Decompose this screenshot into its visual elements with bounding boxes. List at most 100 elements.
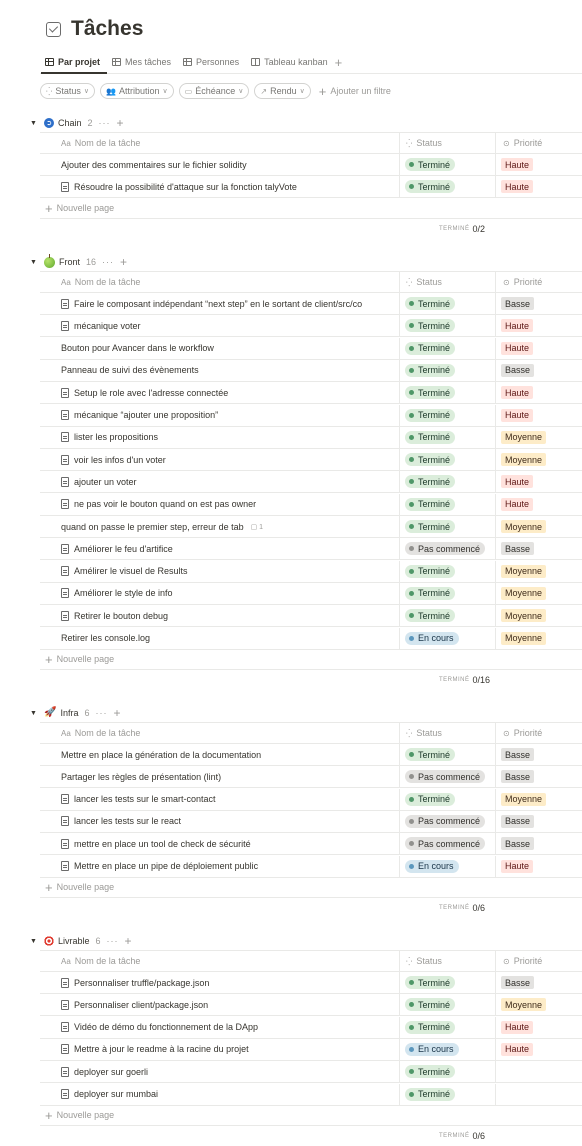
task-name-cell[interactable]: Mettre à jour le readme à la racine du p… — [40, 1038, 400, 1060]
table-row[interactable]: Ajouter des commentaires sur le fichier … — [40, 154, 582, 176]
table-row[interactable]: Personnaliser truffle/package.json Termin… — [40, 972, 582, 994]
priority-cell[interactable]: Haute — [496, 176, 582, 197]
task-name-cell[interactable]: Mettre en place un pipe de déploiement p… — [40, 855, 400, 877]
priority-cell[interactable] — [496, 1061, 582, 1082]
column-calculation[interactable]: TERMINÉ 0/2 — [439, 221, 485, 237]
priority-cell[interactable]: Haute — [496, 494, 582, 515]
task-name-cell[interactable]: Résoudre la possibilité d'attaque sur la… — [40, 176, 400, 198]
status-cell[interactable]: Pas commencé — [400, 538, 496, 560]
group-name[interactable]: Livrable — [44, 936, 90, 946]
task-name-cell[interactable]: ne pas voir le bouton quand on est pas o… — [40, 493, 400, 515]
task-name-cell[interactable]: ajouter un voter — [40, 471, 400, 493]
priority-cell[interactable]: Haute — [496, 471, 582, 492]
priority-cell[interactable]: Basse — [496, 360, 582, 381]
priority-cell[interactable]: Basse — [496, 538, 582, 559]
table-row[interactable]: Mettre en place la génération de la docu… — [40, 744, 582, 766]
more-icon[interactable]: ··· — [95, 708, 107, 718]
add-row-icon[interactable]: + — [117, 116, 124, 130]
table-row[interactable]: ajouter un voter Terminé Haute — [40, 471, 582, 494]
priority-cell[interactable]: Moyenne — [496, 994, 582, 1015]
table-row[interactable]: lancer les tests sur le smart-contact Ter… — [40, 788, 582, 811]
table-row[interactable]: mettre en place un tool de check de sécu… — [40, 833, 582, 856]
caret-down-icon[interactable]: ▼ — [30, 710, 38, 717]
status-cell[interactable]: Pas commencé — [400, 833, 496, 855]
caret-down-icon[interactable]: ▼ — [30, 938, 38, 945]
caret-down-icon[interactable]: ▼ — [30, 259, 38, 266]
column-calculation[interactable]: TERMINÉ 0/6 — [439, 1128, 485, 1144]
priority-cell[interactable]: Moyenne — [496, 516, 582, 537]
status-cell[interactable]: Terminé — [400, 582, 496, 604]
status-cell[interactable]: Terminé — [400, 359, 496, 381]
task-name-cell[interactable]: voir les infos d'un voter — [40, 449, 400, 471]
status-cell[interactable]: Terminé — [400, 560, 496, 582]
tab-view-0[interactable]: Par projet — [40, 52, 105, 72]
status-cell[interactable]: Terminé — [400, 1016, 496, 1038]
priority-cell[interactable]: Moyenne — [496, 449, 582, 470]
table-row[interactable]: Mettre à jour le readme à la racine du p… — [40, 1038, 582, 1061]
table-row[interactable]: Bouton pour Avancer dans le workflow Term… — [40, 337, 582, 360]
add-view-icon[interactable]: + — [335, 56, 343, 69]
priority-cell[interactable]: Moyenne — [496, 561, 582, 582]
new-page-button[interactable]: + Nouvelle page — [40, 878, 582, 898]
table-row[interactable]: quand on passe le premier step, erreur d… — [40, 516, 582, 538]
task-name-cell[interactable]: Partager les règles de présentation (lin… — [40, 766, 400, 788]
column-status[interactable]: ⁛ Status — [400, 133, 496, 153]
status-cell[interactable]: Terminé — [400, 1061, 496, 1083]
table-row[interactable]: Panneau de suivi des évènements Terminé Ba… — [40, 359, 582, 382]
more-icon[interactable]: ··· — [99, 118, 111, 128]
table-row[interactable]: mécanique “ajouter une proposition” Termi… — [40, 404, 582, 427]
status-cell[interactable]: Terminé — [400, 994, 496, 1016]
table-row[interactable]: Vidéo de démo du fonctionnement de la DA… — [40, 1016, 582, 1039]
table-row[interactable]: Retirer les console.log En cours Moyenne — [40, 627, 582, 650]
task-name-cell[interactable]: deployer sur mumbai — [40, 1083, 400, 1105]
table-row[interactable]: Setup le role avec l'adresse connectée Te… — [40, 382, 582, 405]
task-name-cell[interactable]: mécanique “ajouter une proposition” — [40, 404, 400, 426]
table-row[interactable]: Résoudre la possibilité d'attaque sur la… — [40, 176, 582, 199]
add-row-icon[interactable]: + — [125, 934, 132, 948]
priority-cell[interactable]: Basse — [496, 833, 582, 854]
column-calculation[interactable]: TERMINÉ 0/6 — [439, 900, 485, 916]
table-row[interactable]: lister les propositions Terminé Moyenne — [40, 426, 582, 449]
column-name[interactable]: Aa Nom de la tâche — [40, 951, 400, 971]
priority-cell[interactable]: Moyenne — [496, 605, 582, 626]
table-row[interactable]: Retirer le bouton debug Terminé Moyenne — [40, 605, 582, 628]
task-name-cell[interactable]: mettre en place un tool de check de sécu… — [40, 833, 400, 855]
task-name-cell[interactable]: mécanique voter — [40, 315, 400, 337]
column-status[interactable]: ⁛ Status — [400, 272, 496, 292]
priority-cell[interactable]: Basse — [496, 811, 582, 832]
priority-cell[interactable]: Haute — [496, 154, 582, 175]
task-name-cell[interactable]: Panneau de suivi des évènements — [40, 359, 400, 381]
column-status[interactable]: ⁛ Status — [400, 723, 496, 743]
task-name-cell[interactable]: Bouton pour Avancer dans le workflow — [40, 337, 400, 359]
table-row[interactable]: deployer sur goerli Terminé — [40, 1061, 582, 1084]
column-name[interactable]: Aa Nom de la tâche — [40, 272, 400, 292]
comment-icon[interactable]: ▢ 1 — [251, 523, 263, 531]
task-name-cell[interactable]: Setup le role avec l'adresse connectée — [40, 382, 400, 404]
priority-cell[interactable]: Basse — [496, 744, 582, 765]
group-name[interactable]: 🚀 Infra — [44, 708, 78, 719]
priority-cell[interactable]: Haute — [496, 405, 582, 426]
priority-cell[interactable]: Haute — [496, 856, 582, 877]
status-cell[interactable]: En cours — [400, 627, 496, 649]
priority-cell[interactable]: Moyenne — [496, 427, 582, 448]
tab-view-3[interactable]: Tableau kanban — [246, 52, 333, 72]
status-cell[interactable]: Terminé — [400, 315, 496, 337]
column-priority[interactable]: ⊙ Priorité — [496, 133, 582, 153]
status-cell[interactable]: Pas commencé — [400, 810, 496, 832]
column-priority[interactable]: ⊙ Priorité — [496, 723, 582, 743]
priority-cell[interactable]: Haute — [496, 1017, 582, 1038]
new-page-button[interactable]: + Nouvelle page — [40, 650, 582, 670]
task-name-cell[interactable]: Personnaliser truffle/package.json — [40, 972, 400, 993]
priority-cell[interactable]: Haute — [496, 382, 582, 403]
filter-chip-0[interactable]: ⁛ Status ∨ — [40, 83, 96, 99]
status-cell[interactable]: Terminé — [400, 176, 496, 198]
table-row[interactable]: Améliorer le feu d'artifice Pas commencé B… — [40, 538, 582, 561]
new-page-button[interactable]: + Nouvelle page — [40, 1106, 582, 1126]
task-name-cell[interactable]: Amélirer le visuel de Results — [40, 560, 400, 582]
status-cell[interactable]: Terminé — [400, 382, 496, 404]
add-row-icon[interactable]: + — [113, 706, 120, 720]
task-name-cell[interactable]: lancer les tests sur le react — [40, 810, 400, 832]
status-cell[interactable]: En cours — [400, 855, 496, 877]
priority-cell[interactable]: Haute — [496, 338, 582, 359]
column-priority[interactable]: ⊙ Priorité — [496, 272, 582, 292]
